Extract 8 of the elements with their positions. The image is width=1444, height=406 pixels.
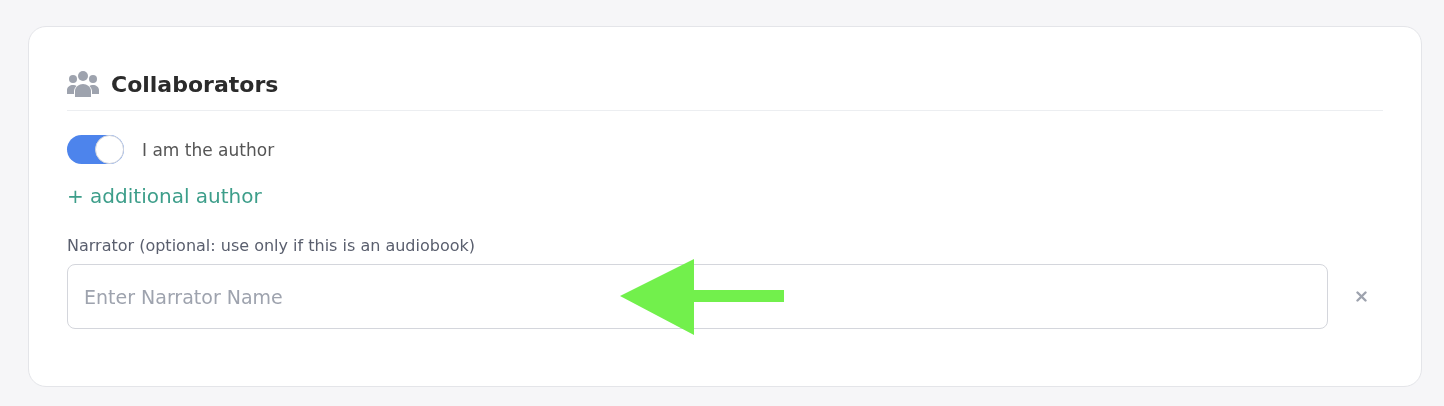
users-icon xyxy=(67,70,99,98)
toggle-label: I am the author xyxy=(142,139,275,160)
add-author-link[interactable]: + additional author xyxy=(67,184,262,208)
toggle-switch[interactable] xyxy=(67,135,124,164)
section-title: Collaborators xyxy=(111,71,279,97)
narrator-input-field[interactable]: Enter Narrator Name xyxy=(67,264,1328,329)
field-label: Narrator (optional: use only if this is an audiobook) xyxy=(67,236,476,255)
close-icon[interactable] xyxy=(1356,291,1367,302)
